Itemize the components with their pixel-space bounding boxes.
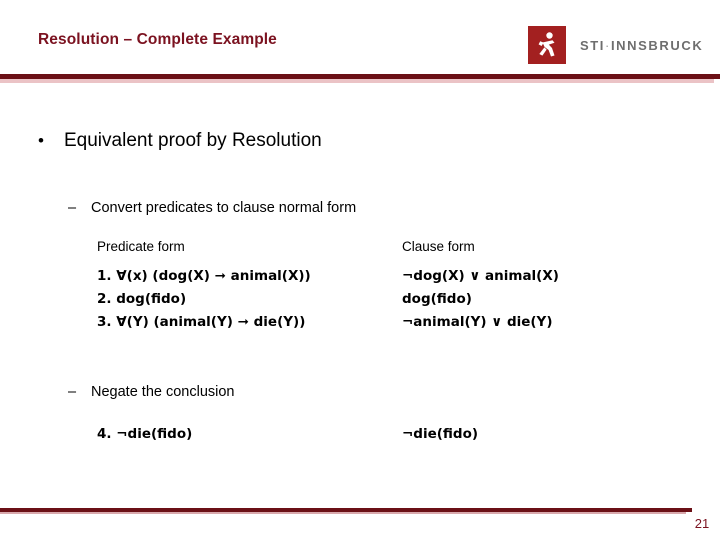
column-header-predicate-form: Predicate form — [97, 239, 185, 254]
predicate-form-cell: 2. dog(fido) — [97, 291, 187, 307]
section-convert-heading: – Convert predicates to clause normal fo… — [68, 200, 356, 216]
logo-location: INNSBRUCK — [610, 37, 704, 53]
logo-brand: STI — [580, 37, 606, 53]
sti-innsbruck-logo: STI·INNSBRUCK — [528, 25, 703, 65]
clause-form-cell: ¬die(fido) — [402, 426, 479, 442]
main-bullet: • Equivalent proof by Resolution — [38, 130, 322, 152]
predicate-form-cell: 1. ∀(x) (dog(X) ➞ animal(X)) — [97, 268, 311, 284]
running-figure-icon — [528, 26, 566, 64]
section-negate-label: Negate the conclusion — [91, 384, 235, 400]
dash-marker-icon: – — [68, 200, 77, 216]
bullet-marker-icon: • — [38, 131, 44, 150]
clause-form-cell: ¬dog(X) ∨ animal(X) — [402, 268, 559, 284]
page-title: Resolution – Complete Example — [38, 31, 277, 48]
logo-wordmark: STI·INNSBRUCK — [580, 38, 703, 53]
section-negate-heading: – Negate the conclusion — [68, 384, 235, 400]
dash-marker-icon: – — [68, 384, 77, 400]
predicate-form-cell: 4. ¬die(fido) — [97, 426, 193, 442]
clause-form-cell: ¬animal(Y) ∨ die(Y) — [402, 314, 553, 330]
clause-form-cell: dog(fido) — [402, 291, 472, 307]
page-number: 21 — [694, 516, 710, 531]
footer-divider-accent — [0, 512, 686, 514]
slide: Resolution – Complete Example STI·INNSBR… — [0, 0, 720, 540]
main-bullet-label: Equivalent proof by Resolution — [64, 130, 322, 151]
column-header-clause-form: Clause form — [402, 239, 475, 254]
section-convert-label: Convert predicates to clause normal form — [91, 200, 357, 216]
predicate-form-cell: 3. ∀(Y) (animal(Y) ➞ die(Y)) — [97, 314, 306, 330]
header-divider-accent — [0, 79, 714, 83]
